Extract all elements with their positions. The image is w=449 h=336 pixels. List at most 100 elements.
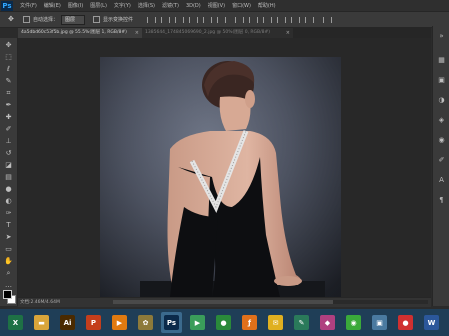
marquee-tool-icon[interactable]: ⬚ bbox=[4, 53, 13, 62]
history-panel-icon[interactable]: ▦ bbox=[437, 56, 446, 65]
folder-icon: ▬ bbox=[34, 315, 49, 330]
menu-image[interactable]: 图像(I) bbox=[68, 2, 83, 9]
move-tool-icon[interactable]: ✥ bbox=[4, 41, 13, 50]
gradient-tool-icon[interactable]: ▤ bbox=[4, 173, 13, 182]
hand-tool-icon[interactable]: ✋ bbox=[4, 257, 13, 266]
distribute-right-icon[interactable] bbox=[305, 16, 315, 23]
taskbar-item[interactable]: X bbox=[5, 312, 26, 333]
right-panel-dock: » ▦ ▣ ◑ ◈ ◉ ✐ A ¶ bbox=[432, 26, 449, 306]
menu-window[interactable]: 窗口(W) bbox=[232, 2, 251, 9]
photoshop-logo: Ps bbox=[1, 0, 13, 11]
powerpoint-icon: P bbox=[86, 315, 101, 330]
paths-panel-icon[interactable]: ✐ bbox=[437, 156, 446, 165]
type-tool-icon[interactable]: T bbox=[4, 221, 13, 230]
close-icon[interactable]: × bbox=[286, 28, 290, 38]
align-vcenter-icon[interactable] bbox=[161, 16, 171, 23]
document-tab-bar: 4a5dbd60c53f5b.jpg @ 55.5%(图层 1, RGB/8#)… bbox=[18, 27, 431, 38]
auto-select-dropdown[interactable]: 图层 bbox=[61, 14, 86, 25]
canvas-area[interactable] bbox=[18, 38, 431, 297]
menu-layer[interactable]: 图层(L) bbox=[90, 2, 107, 9]
taskbar-item[interactable]: ● bbox=[213, 312, 234, 333]
path-select-tool-icon[interactable]: ➤ bbox=[4, 233, 13, 242]
tab-document-1-label: 4a5dbd60c53f5b.jpg @ 55.5%(图层 1, RGB/8#) bbox=[21, 30, 127, 35]
taskbar-item[interactable]: P bbox=[83, 312, 104, 333]
menu-view[interactable]: 视图(V) bbox=[208, 2, 225, 9]
adjustments-panel-icon[interactable]: ◑ bbox=[437, 96, 446, 105]
menu-edit[interactable]: 编辑(E) bbox=[44, 2, 61, 9]
align-left-icon[interactable] bbox=[189, 16, 199, 23]
auto-select-checkbox[interactable] bbox=[23, 16, 30, 23]
taskbar-item[interactable]: ● bbox=[395, 312, 416, 333]
taskbar-item[interactable]: ✿ bbox=[135, 312, 156, 333]
menu-select[interactable]: 选择(S) bbox=[138, 2, 155, 9]
lasso-tool-icon[interactable]: ℓ bbox=[4, 65, 13, 74]
horizontal-scrollbar[interactable] bbox=[113, 300, 428, 304]
tab-document-2[interactable]: 1385644_174845069690_2.jpg @ 50%(图层 0, R… bbox=[142, 28, 293, 38]
scrollbar-thumb[interactable] bbox=[113, 300, 333, 304]
pen-tool-icon[interactable]: ✑ bbox=[4, 209, 13, 218]
color-picker-icon: ◆ bbox=[320, 315, 335, 330]
taskbar-item[interactable]: ◉ bbox=[343, 312, 364, 333]
collapse-arrows-icon[interactable]: » bbox=[437, 32, 446, 41]
globe-icon: ● bbox=[216, 315, 231, 330]
play-store-icon: ▶ bbox=[190, 315, 205, 330]
taskbar-item[interactable]: ▶ bbox=[109, 312, 130, 333]
image-viewer-icon: ▣ bbox=[372, 315, 387, 330]
menu-type[interactable]: 文字(Y) bbox=[114, 2, 131, 9]
align-bottom-icon[interactable] bbox=[175, 16, 185, 23]
taskbar-item[interactable]: Ai bbox=[57, 312, 78, 333]
tab-document-1[interactable]: 4a5dbd60c53f5b.jpg @ 55.5%(图层 1, RGB/8#)… bbox=[18, 28, 142, 38]
history-brush-tool-icon[interactable]: ↺ bbox=[4, 149, 13, 158]
healing-brush-tool-icon[interactable]: ✚ bbox=[4, 113, 13, 122]
taskbar-item[interactable]: ▣ bbox=[369, 312, 390, 333]
zoom-tool-icon[interactable]: ⌕ bbox=[4, 269, 13, 278]
foreground-color-swatch[interactable] bbox=[3, 290, 12, 299]
channels-panel-icon[interactable]: ◉ bbox=[437, 136, 446, 145]
red-app-icon: ● bbox=[398, 315, 413, 330]
align-top-icon[interactable] bbox=[147, 16, 157, 23]
paragraph-panel-icon[interactable]: ¶ bbox=[437, 196, 446, 205]
layers-panel-icon[interactable]: ◈ bbox=[437, 116, 446, 125]
auto-select-label: 自动选择： bbox=[33, 17, 59, 23]
menu-bar: Ps 文件(F) 编辑(E) 图像(I) 图层(L) 文字(Y) 选择(S) 滤… bbox=[0, 0, 449, 11]
distribute-vcenter-icon[interactable] bbox=[249, 16, 259, 23]
align-right-icon[interactable] bbox=[217, 16, 227, 23]
properties-panel-icon[interactable]: ▣ bbox=[437, 76, 446, 85]
photo-woman-in-black-dress bbox=[100, 57, 341, 297]
chat-icon: ✉ bbox=[268, 315, 283, 330]
taskbar-item[interactable]: ▬ bbox=[31, 312, 52, 333]
quick-select-tool-icon[interactable]: ✎ bbox=[4, 77, 13, 86]
menu-help[interactable]: 帮助(H) bbox=[258, 2, 276, 9]
shape-tool-icon[interactable]: ▭ bbox=[4, 245, 13, 254]
eyedropper-tool-icon[interactable]: ✒ bbox=[4, 101, 13, 110]
close-icon[interactable]: × bbox=[135, 28, 139, 38]
taskbar-item[interactable]: ✎ bbox=[291, 312, 312, 333]
taskbar-item[interactable]: W bbox=[421, 312, 442, 333]
taskbar-item[interactable]: Ps bbox=[161, 312, 182, 333]
brush-tool-icon[interactable]: ✐ bbox=[4, 125, 13, 134]
show-transform-checkbox[interactable] bbox=[93, 16, 101, 23]
distribute-hcenter-icon[interactable] bbox=[291, 16, 301, 23]
distribute-left-icon[interactable] bbox=[277, 16, 287, 23]
taskbar-item[interactable]: ▶ bbox=[187, 312, 208, 333]
taskbar-item[interactable]: ◆ bbox=[317, 312, 338, 333]
blur-tool-icon[interactable]: ● bbox=[4, 185, 13, 194]
menu-file[interactable]: 文件(F) bbox=[20, 2, 37, 9]
move-tool-preset-icon[interactable]: ✥ bbox=[8, 16, 15, 23]
dodge-tool-icon[interactable]: ◐ bbox=[4, 197, 13, 206]
align-hcenter-icon[interactable] bbox=[203, 16, 213, 23]
crop-tool-icon[interactable]: ⌗ bbox=[4, 89, 13, 98]
taskbar-item[interactable]: ƒ bbox=[239, 312, 260, 333]
distribute-bottom-icon[interactable] bbox=[263, 16, 273, 23]
more-tools-icon[interactable]: … bbox=[4, 281, 13, 290]
distribute-top-icon[interactable] bbox=[235, 16, 245, 23]
menu-filter[interactable]: 滤镜(T) bbox=[162, 2, 179, 9]
document-size-status: 文档:2.46M/4.64M bbox=[20, 300, 60, 305]
character-panel-icon[interactable]: A bbox=[437, 176, 446, 185]
menu-3d[interactable]: 3D(D) bbox=[186, 3, 201, 9]
taskbar-item[interactable]: ✉ bbox=[265, 312, 286, 333]
pen-app-icon: ✎ bbox=[294, 315, 309, 330]
auto-align-icon[interactable] bbox=[323, 16, 333, 23]
clone-stamp-tool-icon[interactable]: ⊥ bbox=[4, 137, 13, 146]
eraser-tool-icon[interactable]: ◪ bbox=[4, 161, 13, 170]
